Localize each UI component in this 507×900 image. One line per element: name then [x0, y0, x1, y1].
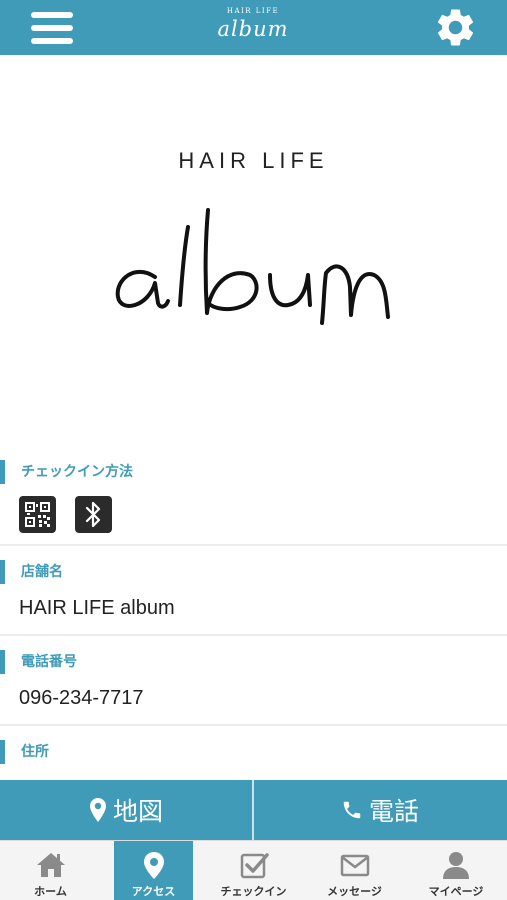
gear-icon[interactable]: [433, 5, 478, 50]
nav-item-access[interactable]: アクセス: [114, 841, 193, 900]
header-logo: HAIR LIFE album: [203, 6, 303, 50]
nav-label-message: メッセージ: [327, 885, 382, 898]
nav-item-mypage[interactable]: マイページ: [405, 841, 507, 900]
divider: [0, 724, 507, 726]
nav-label-mypage: マイページ: [428, 885, 484, 898]
logo-script-album: [115, 208, 390, 325]
phone-value[interactable]: 096-234-7717: [19, 687, 144, 710]
header-logo-small: HAIR LIFE: [226, 7, 280, 15]
header-logo-script: album: [217, 17, 289, 41]
nav-item-home[interactable]: ホーム: [0, 841, 101, 900]
user-icon: [443, 852, 469, 879]
app-screen: HAIR LIFE album HAIR LIFE チェックイン方法 店舗名 H…: [0, 0, 507, 900]
bluetooth-icon: [75, 496, 112, 533]
nav-item-checkin[interactable]: チェックイン: [203, 841, 304, 900]
map-pin-icon: [89, 798, 106, 822]
qr-code-icon: [19, 496, 56, 533]
map-button[interactable]: 地図: [0, 780, 252, 840]
checkin-method-label: チェックイン方法: [0, 458, 133, 486]
bottom-nav: ホーム アクセス チェックイン メッセージ マイページ: [0, 840, 507, 900]
phone-icon: [343, 801, 361, 819]
map-pin-icon: [143, 852, 164, 879]
phone-label: 電話番号: [0, 648, 77, 676]
nav-label-home: ホーム: [34, 885, 67, 898]
nav-label-access: アクセス: [131, 885, 176, 898]
nav-label-checkin: チェックイン: [220, 885, 287, 898]
shop-name-value: HAIR LIFE album: [19, 597, 175, 619]
shop-logo-banner: HAIR LIFE: [0, 55, 507, 455]
check-icon: [240, 853, 269, 879]
call-button-label: 電話: [368, 797, 419, 826]
divider: [0, 544, 507, 546]
mail-icon: [340, 854, 369, 877]
home-icon: [36, 853, 65, 877]
nav-item-message[interactable]: メッセージ: [304, 841, 405, 900]
top-bar: HAIR LIFE album: [0, 0, 507, 55]
divider: [0, 634, 507, 636]
address-label: 住所: [0, 738, 49, 766]
hamburger-menu-icon[interactable]: [31, 10, 73, 46]
map-button-label: 地図: [112, 797, 163, 826]
action-bar: 地図 電話: [0, 780, 507, 840]
logo-subtitle: HAIR LIFE: [178, 148, 329, 173]
shop-name-label: 店舗名: [0, 558, 63, 586]
call-button[interactable]: 電話: [254, 780, 506, 840]
